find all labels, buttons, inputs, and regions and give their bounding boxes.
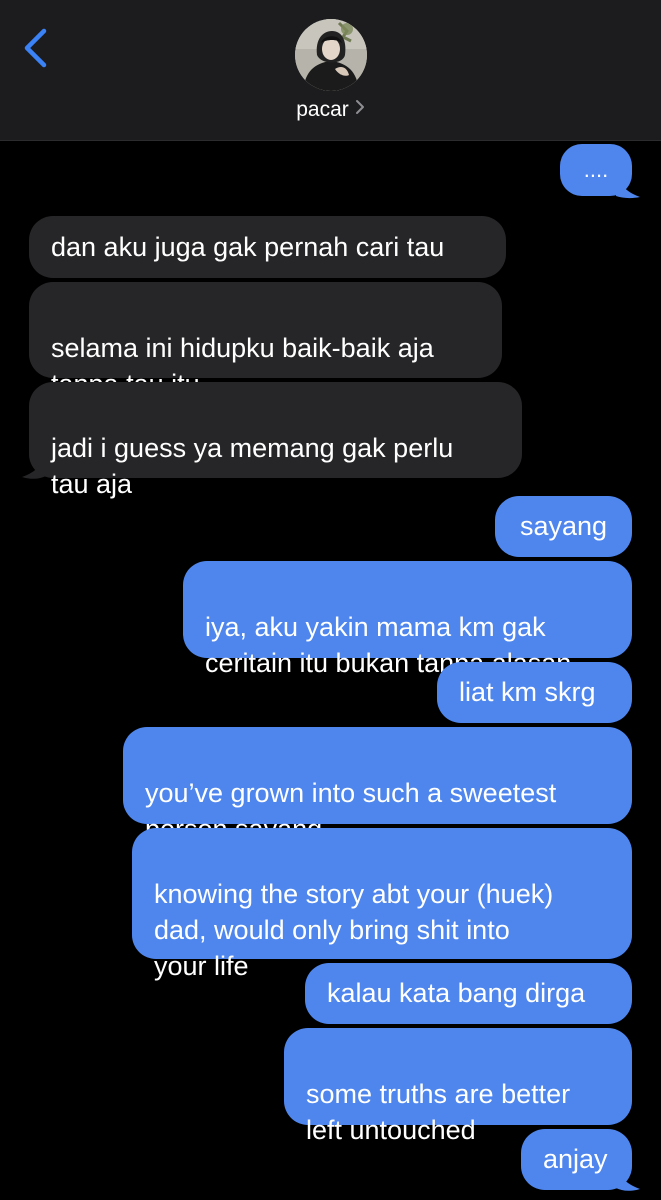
back-button[interactable] — [18, 26, 58, 70]
contact-avatar[interactable] — [295, 19, 367, 91]
contact-name: pacar — [296, 98, 349, 121]
message-text: dan aku juga gak pernah cari tau — [51, 232, 445, 262]
bubble-tail — [616, 1162, 640, 1191]
incoming-message-bubble[interactable]: dan aku juga gak pernah cari tau — [29, 216, 506, 278]
outgoing-message-bubble[interactable]: you’ve grown into such a sweetest person… — [123, 727, 632, 844]
contact-name-button[interactable]: pacar — [0, 97, 661, 123]
message-text: sayang — [519, 511, 608, 541]
outgoing-message-bubble[interactable]: iya, aku yakin mama km gak ceritain itu … — [183, 561, 632, 678]
message-text: .... — [583, 157, 609, 182]
conversation-header: pacar — [0, 0, 661, 141]
message-text: anjay — [543, 1144, 608, 1174]
outgoing-message-bubble[interactable]: kalau kata bang dirga — [305, 963, 632, 1024]
bubble-tail — [22, 450, 46, 479]
chevron-right-icon — [355, 96, 365, 122]
avatar-image — [295, 19, 367, 91]
outgoing-message-bubble[interactable]: some truths are better left untouched — [284, 1028, 632, 1145]
incoming-message-bubble[interactable]: selama ini hidupku baik-baik aja tanpa t… — [29, 282, 502, 399]
outgoing-message-bubble[interactable]: liat km skrg — [437, 662, 632, 723]
bubble-tail — [616, 168, 640, 199]
message-text: liat km skrg — [459, 677, 596, 707]
message-text: jadi i guess ya memang gak perlu tau aja — [51, 433, 454, 499]
outgoing-message-bubble[interactable]: knowing the story abt your (huek) dad, w… — [132, 828, 632, 981]
message-text: kalau kata bang dirga — [327, 978, 586, 1008]
outgoing-message-bubble[interactable]: sayang — [495, 496, 632, 557]
incoming-message-bubble[interactable]: jadi i guess ya memang gak perlu tau aja — [29, 382, 522, 499]
chevron-left-icon — [24, 28, 47, 68]
